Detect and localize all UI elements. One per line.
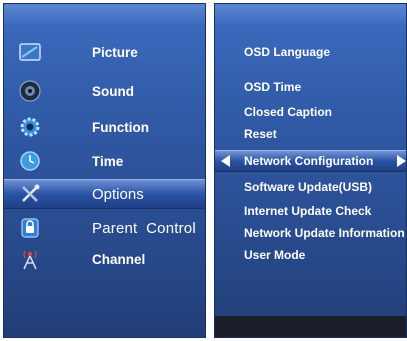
menu-item-label: Function bbox=[92, 119, 149, 135]
submenu-item-reset[interactable]: Reset bbox=[244, 127, 277, 141]
panel-top-band bbox=[215, 4, 406, 24]
menu-item-label: Parent Control bbox=[92, 219, 196, 237]
submenu-item-label: Network Configuration bbox=[244, 154, 374, 168]
menu-item-label: Picture bbox=[92, 44, 138, 60]
menu-item-picture[interactable]: Picture bbox=[4, 37, 205, 67]
main-menu-panel: Picture Sound Function Time Options Pare… bbox=[3, 3, 206, 338]
options-submenu-panel: OSD Language OSD Time Closed Caption Res… bbox=[214, 3, 407, 338]
menu-item-label: Time bbox=[92, 153, 124, 169]
right-arrow-icon[interactable] bbox=[397, 155, 406, 167]
gear-icon bbox=[19, 116, 41, 138]
menu-item-options[interactable]: Options bbox=[4, 179, 205, 209]
picture-icon bbox=[19, 41, 41, 63]
submenu-item-software-update-usb[interactable]: Software Update(USB) bbox=[244, 180, 372, 194]
menu-item-label: Options bbox=[92, 185, 144, 203]
panel-top-band bbox=[4, 4, 205, 24]
submenu-item-osd-time[interactable]: OSD Time bbox=[244, 80, 301, 94]
menu-item-function[interactable]: Function bbox=[4, 112, 205, 142]
menu-item-label: Sound bbox=[92, 83, 134, 99]
submenu-item-network-configuration[interactable]: Network Configuration bbox=[215, 150, 406, 172]
submenu-item-internet-update-check[interactable]: Internet Update Check bbox=[244, 204, 371, 218]
submenu-item-closed-caption[interactable]: Closed Caption bbox=[244, 105, 332, 119]
sound-icon bbox=[19, 80, 41, 102]
submenu-item-network-update-information[interactable]: Network Update Information bbox=[244, 226, 405, 240]
menu-item-time[interactable]: Time bbox=[4, 146, 205, 176]
menu-item-channel[interactable]: Channel bbox=[4, 244, 205, 274]
panel-bottom-strip bbox=[215, 316, 406, 337]
antenna-icon bbox=[19, 248, 41, 270]
submenu-item-user-mode[interactable]: User Mode bbox=[244, 248, 305, 262]
menu-item-sound[interactable]: Sound bbox=[4, 76, 205, 106]
clock-icon bbox=[19, 150, 41, 172]
menu-item-parent-control[interactable]: Parent Control bbox=[4, 213, 205, 243]
lock-icon bbox=[19, 217, 41, 239]
left-arrow-icon[interactable] bbox=[221, 155, 230, 167]
menu-item-label: Channel bbox=[92, 251, 146, 267]
tools-icon bbox=[19, 183, 41, 205]
submenu-item-osd-language[interactable]: OSD Language bbox=[244, 45, 330, 59]
